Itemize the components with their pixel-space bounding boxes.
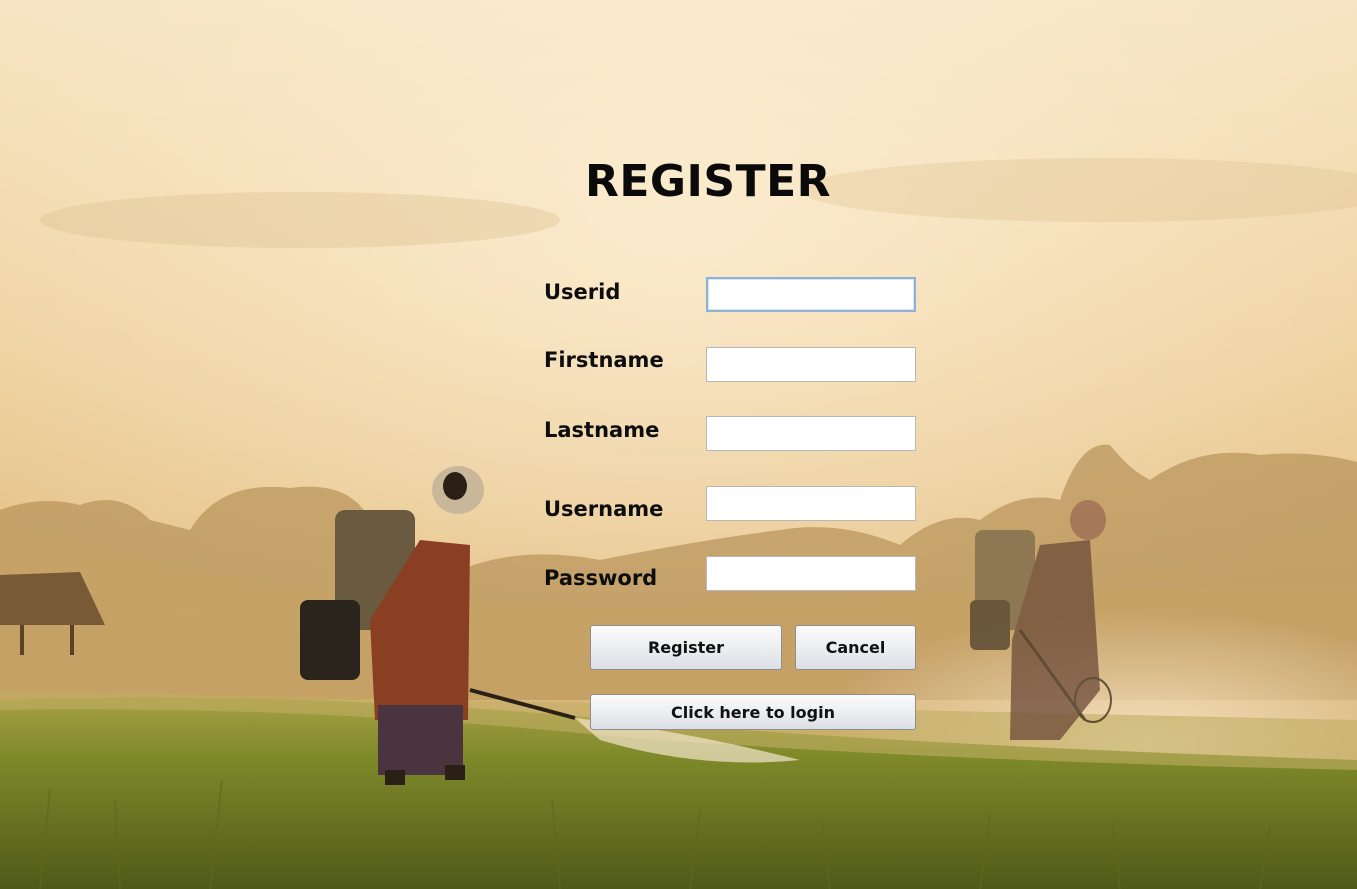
register-button[interactable]: Register xyxy=(590,625,782,670)
register-window: REGISTER Userid Firstname Lastname Usern… xyxy=(0,0,1357,889)
password-label: Password xyxy=(544,566,658,590)
page-title: REGISTER xyxy=(584,156,832,207)
username-label: Username xyxy=(544,497,664,521)
lastname-label: Lastname xyxy=(544,418,660,442)
userid-label: Userid xyxy=(544,280,621,304)
firstname-field[interactable] xyxy=(706,347,916,382)
username-field[interactable] xyxy=(706,486,916,521)
firstname-label: Firstname xyxy=(544,348,664,372)
userid-field[interactable] xyxy=(706,277,916,312)
password-field[interactable] xyxy=(706,556,916,591)
lastname-field[interactable] xyxy=(706,416,916,451)
cancel-button[interactable]: Cancel xyxy=(795,625,916,670)
login-link-button[interactable]: Click here to login xyxy=(590,694,916,730)
background-photo xyxy=(0,0,1357,889)
